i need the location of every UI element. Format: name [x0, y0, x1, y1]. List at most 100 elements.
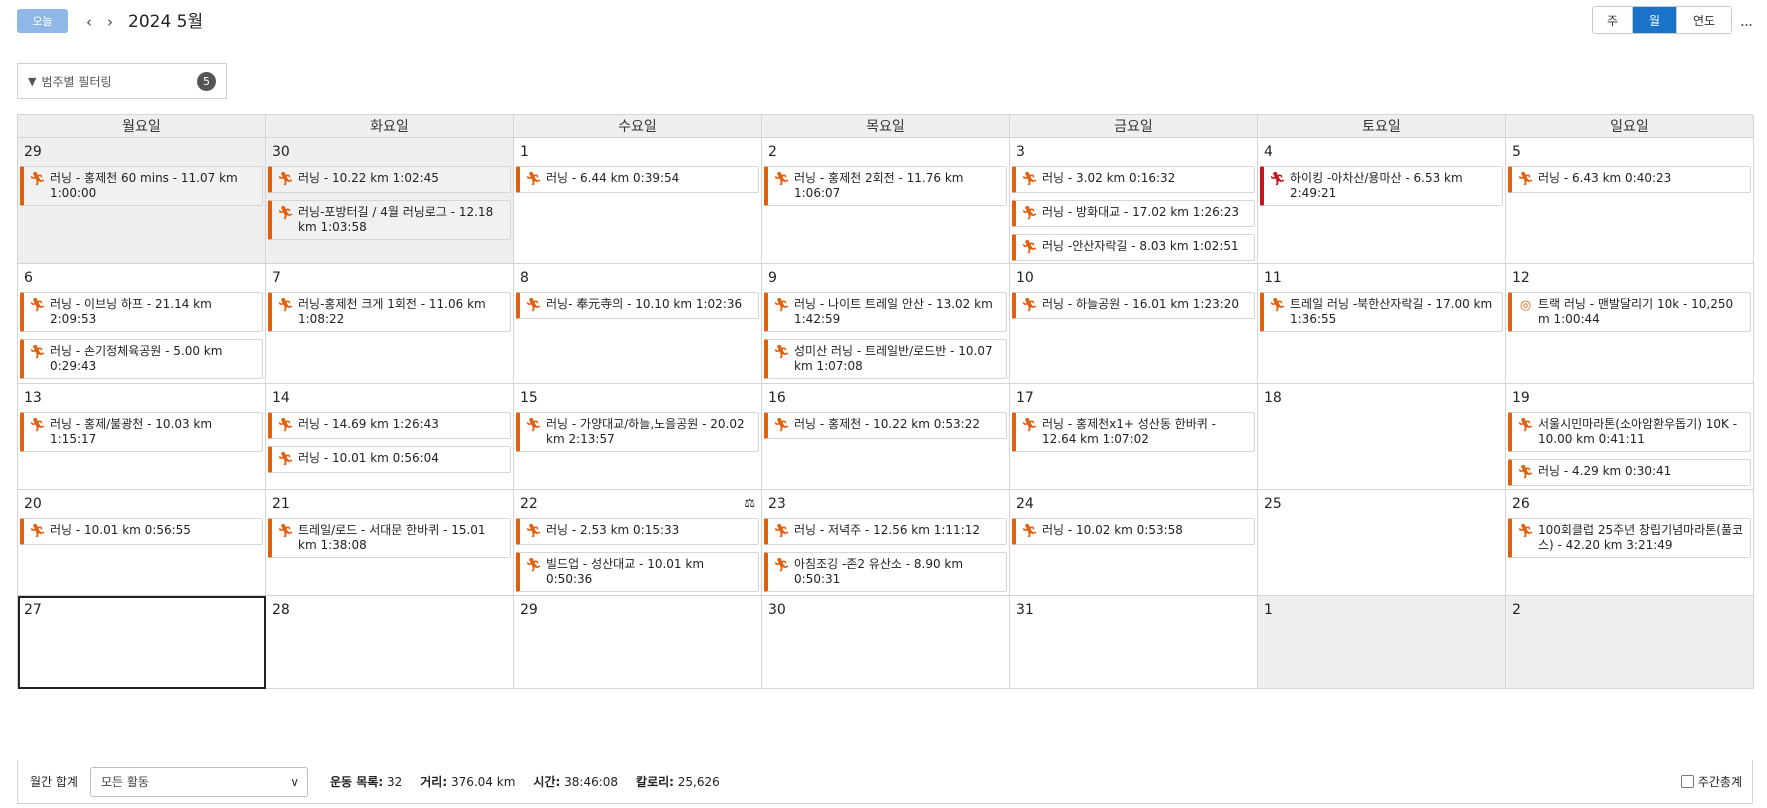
activity-event[interactable]: 🏃︎ 하이킹 -아차산/용마산 - 6.53 km 2:49:21	[1260, 166, 1503, 206]
activity-event[interactable]: 🏃︎ 러닝 - 10.01 km 0:56:04	[268, 446, 511, 473]
day-cell[interactable]: 3 🏃︎ 러닝 - 3.02 km 0:16:32 🏃︎ 러닝 - 방화대교 - 17.…	[1010, 138, 1258, 264]
activity-event[interactable]: 🏃︎ 트레일 러닝 -북한산자락길 - 17.00 km 1:36:55	[1260, 292, 1503, 332]
day-cell[interactable]: 1	[1258, 596, 1506, 689]
view-year-button[interactable]: 연도	[1677, 7, 1731, 33]
activity-event[interactable]: 🏃︎ 러닝 - 홍제천 2회전 - 11.76 km 1:06:07	[764, 166, 1007, 206]
activity-event[interactable]: 🏃︎ 러닝 - 10.02 km 0:53:58	[1012, 518, 1255, 545]
activity-event[interactable]: 🏃︎ 빌드업 - 성산대교 - 10.01 km 0:50:36	[516, 552, 759, 592]
activity-event[interactable]: 🏃︎ 러닝 - 홍제천 60 mins - 11.07 km 1:00:00	[20, 166, 263, 206]
day-cell[interactable]: 2 🏃︎ 러닝 - 홍제천 2회전 - 11.76 km 1:06:07	[762, 138, 1010, 264]
day-cell[interactable]: 20 🏃︎ 러닝 - 10.01 km 0:56:55	[18, 490, 266, 596]
day-cell[interactable]: 14 🏃︎ 러닝 - 14.69 km 1:26:43 🏃︎ 러닝 - 10.01 km…	[266, 384, 514, 490]
weekly-total-label: 주간총계	[1697, 775, 1742, 789]
view-week-button[interactable]: 주	[1593, 7, 1633, 33]
day-cell[interactable]: 29 🏃︎ 러닝 - 홍제천 60 mins - 11.07 km 1:00:00	[18, 138, 266, 264]
activity-event[interactable]: 🏃︎ 러닝 - 나이트 트레일 안산 - 13.02 km 1:42:59	[764, 292, 1007, 332]
activity-event[interactable]: 🏃︎ 러닝-홍제천 크게 1회전 - 11.06 km 1:08:22	[268, 292, 511, 332]
today-button[interactable]: 오늘	[17, 9, 68, 33]
chevron-right-icon[interactable]: ›	[101, 11, 119, 33]
activity-event[interactable]: 🏃︎ 러닝 - 14.69 km 1:26:43	[268, 412, 511, 439]
chevron-left-icon[interactable]: ‹	[80, 11, 98, 33]
activity-event-label: 성미산 러닝 - 트레일반/로드반 - 10.07 km 1:07:08	[794, 344, 993, 373]
activity-event-label: 러닝- 奉元寺의 - 10.10 km 1:02:36	[546, 297, 743, 311]
day-cell[interactable]: 2	[1506, 596, 1754, 689]
activity-event[interactable]: 🏃︎ 성미산 러닝 - 트레일반/로드반 - 10.07 km 1:07:08	[764, 339, 1007, 379]
day-cell[interactable]: 11 🏃︎ 트레일 러닝 -북한산자락길 - 17.00 km 1:36:55	[1258, 264, 1506, 384]
activity-event[interactable]: 🏃︎ 러닝 - 저녁주 - 12.56 km 1:11:12	[764, 518, 1007, 545]
activity-event[interactable]: 🏃︎ 러닝 - 이브닝 하프 - 21.14 km 2:09:53	[20, 292, 263, 332]
day-cell[interactable]: 29	[514, 596, 762, 689]
activity-event[interactable]: 🏃︎ 러닝 - 6.43 km 0:40:23	[1508, 166, 1751, 193]
day-cell[interactable]: 18	[1258, 384, 1506, 490]
activity-event[interactable]: 🏃︎ 러닝 -안산자락길 - 8.03 km 1:02:51	[1012, 234, 1255, 261]
activity-event[interactable]: 🏃︎ 러닝 - 3.02 km 0:16:32	[1012, 166, 1255, 193]
weigh-in-icon[interactable]: ⚖	[744, 496, 755, 510]
view-month-button[interactable]: 월	[1633, 7, 1677, 33]
day-cell[interactable]: 10 🏃︎ 러닝 - 하늘공원 - 16.01 km 1:23:20	[1010, 264, 1258, 384]
day-cell[interactable]: 25	[1258, 490, 1506, 596]
more-options-icon[interactable]: ...	[1736, 8, 1756, 32]
activity-event[interactable]: 🏃︎ 러닝-포방터길 / 4월 러닝로그 - 12.18 km 1:03:58	[268, 200, 511, 240]
activity-event[interactable]: 🏃︎ 러닝 - 홍제천x1+ 성산동 한바퀴 - 12.64 km 1:07:02	[1012, 412, 1255, 452]
activity-event-label: 러닝 - 홍제천 60 mins - 11.07 km 1:00:00	[50, 171, 238, 200]
weekday-header-cell: 토요일	[1258, 115, 1506, 138]
day-cell[interactable]: 7 🏃︎ 러닝-홍제천 크게 1회전 - 11.06 km 1:08:22	[266, 264, 514, 384]
day-cell[interactable]: 15 🏃︎ 러닝 - 가양대교/하늘,노을공원 - 20.02 km 2:13:57	[514, 384, 762, 490]
day-cell[interactable]: 4 🏃︎ 하이킹 -아차산/용마산 - 6.53 km 2:49:21	[1258, 138, 1506, 264]
running-icon: 🏃︎	[1021, 418, 1038, 433]
activity-event[interactable]: 🏃︎ 러닝 - 홍제천 - 10.22 km 0:53:22	[764, 412, 1007, 439]
day-number: 7	[272, 270, 281, 286]
activity-event-label: 러닝 - 10.01 km 0:56:04	[298, 451, 439, 465]
activity-event[interactable]: 🏃︎ 러닝 - 10.22 km 1:02:45	[268, 166, 511, 193]
activity-event-label: 러닝 - 홍제천x1+ 성산동 한바퀴 - 12.64 km 1:07:02	[1042, 417, 1216, 446]
day-cell[interactable]: 23 🏃︎ 러닝 - 저녁주 - 12.56 km 1:11:12 🏃︎ 아침조깅 -존…	[762, 490, 1010, 596]
activity-event[interactable]: 🏃︎ 러닝 - 손기정체육공원 - 5.00 km 0:29:43	[20, 339, 263, 379]
day-cell[interactable]: 12 ◎ 트랙 러닝 - 맨발달리기 10k - 10,250 m 1:00:44	[1506, 264, 1754, 384]
weekly-total-toggle[interactable]: 주간총계	[1680, 773, 1742, 790]
day-cell[interactable]: 30	[762, 596, 1010, 689]
activity-event[interactable]: 🏃︎ 러닝 - 하늘공원 - 16.01 km 1:23:20	[1012, 292, 1255, 319]
activity-event[interactable]: ◎ 트랙 러닝 - 맨발달리기 10k - 10,250 m 1:00:44	[1508, 292, 1751, 332]
activity-event[interactable]: 🏃︎ 러닝 - 방화대교 - 17.02 km 1:26:23	[1012, 200, 1255, 227]
activity-event[interactable]: 🏃︎ 러닝 - 4.29 km 0:30:41	[1508, 459, 1751, 486]
activity-event[interactable]: 🏃︎ 러닝 - 가양대교/하늘,노을공원 - 20.02 km 2:13:57	[516, 412, 759, 452]
activity-event[interactable]: 🏃︎ 러닝- 奉元寺의 - 10.10 km 1:02:36	[516, 292, 759, 319]
activity-event[interactable]: 🏃︎ 러닝 - 10.01 km 0:56:55	[20, 518, 263, 545]
day-cell[interactable]: 13 🏃︎ 러닝 - 홍제/불광천 - 10.03 km 1:15:17	[18, 384, 266, 490]
day-cell[interactable]: 17 🏃︎ 러닝 - 홍제천x1+ 성산동 한바퀴 - 12.64 km 1:07:…	[1010, 384, 1258, 490]
day-cell[interactable]: 31	[1010, 596, 1258, 689]
running-icon: 🏃︎	[773, 345, 790, 360]
day-cell[interactable]: 28	[266, 596, 514, 689]
running-icon: 🏃︎	[773, 418, 790, 433]
activity-event[interactable]: 🏃︎ 러닝 - 홍제/불광천 - 10.03 km 1:15:17	[20, 412, 263, 452]
day-number: 24	[1016, 496, 1034, 512]
day-cell[interactable]: 8 🏃︎ 러닝- 奉元寺의 - 10.10 km 1:02:36	[514, 264, 762, 384]
activity-event[interactable]: 🏃︎ 트레일/로드 - 서대문 한바퀴 - 15.01 km 1:38:08	[268, 518, 511, 558]
activity-event[interactable]: 🏃︎ 100회클럽 25주년 창립기념마라톤(풀코스) - 42.20 km 3:…	[1508, 518, 1751, 558]
day-cell[interactable]: 24 🏃︎ 러닝 - 10.02 km 0:53:58	[1010, 490, 1258, 596]
activity-event-label: 트랙 러닝 - 맨발달리기 10k - 10,250 m 1:00:44	[1538, 297, 1734, 326]
monthly-summary-bar: 월간 합계 모든 활동 ∨ 운동 목록: 32 거리: 376.04 km 시간…	[17, 760, 1753, 804]
activity-type-select[interactable]: 모든 활동 ∨	[89, 766, 308, 797]
day-cell[interactable]: 21 🏃︎ 트레일/로드 - 서대문 한바퀴 - 15.01 km 1:38:08	[266, 490, 514, 596]
day-cell[interactable]: 9 🏃︎ 러닝 - 나이트 트레일 안산 - 13.02 km 1:42:59 🏃︎ 성…	[762, 264, 1010, 384]
day-cell[interactable]: 1 🏃︎ 러닝 - 6.44 km 0:39:54	[514, 138, 762, 264]
day-cell[interactable]: 30 🏃︎ 러닝 - 10.22 km 1:02:45 🏃︎ 러닝-포방터길 / 4월 …	[266, 138, 514, 264]
day-cell[interactable]: 19 🏃︎ 서울시민마라톤(소아암환우돕기) 10K - 10.00 km 0:41…	[1506, 384, 1754, 490]
activity-event-label: 빌드업 - 성산대교 - 10.01 km 0:50:36	[546, 557, 705, 586]
day-cell-today[interactable]: 27	[18, 596, 266, 689]
activity-event-label: 러닝 - 홍제천 2회전 - 11.76 km 1:06:07	[794, 171, 964, 200]
day-cell[interactable]: 5 🏃︎ 러닝 - 6.43 km 0:40:23	[1506, 138, 1754, 264]
weekly-total-checkbox[interactable]	[1680, 775, 1694, 788]
day-cell[interactable]: 6 🏃︎ 러닝 - 이브닝 하프 - 21.14 km 2:09:53 🏃︎ 러닝 - …	[18, 264, 266, 384]
day-number: 9	[768, 270, 777, 286]
day-cell[interactable]: 22 ⚖ 🏃︎ 러닝 - 2.53 km 0:15:33 🏃︎ 빌드업 - 성산대교 - …	[514, 490, 762, 596]
category-filter[interactable]: ▼ 범주별 필터링 5	[17, 63, 227, 99]
activity-event[interactable]: 🏃︎ 아침조깅 -존2 유산소 - 8.90 km 0:50:31	[764, 552, 1007, 592]
day-cell[interactable]: 26 🏃︎ 100회클럽 25주년 창립기념마라톤(풀코스) - 42.20 km …	[1506, 490, 1754, 596]
activity-event[interactable]: 🏃︎ 서울시민마라톤(소아암환우돕기) 10K - 10.00 km 0:41:1…	[1508, 412, 1751, 452]
stat-time: 시간: 38:46:08	[533, 775, 619, 789]
day-cell[interactable]: 16 🏃︎ 러닝 - 홍제천 - 10.22 km 0:53:22	[762, 384, 1010, 490]
activity-event[interactable]: 🏃︎ 러닝 - 6.44 km 0:39:54	[516, 166, 759, 193]
activity-event[interactable]: 🏃︎ 러닝 - 2.53 km 0:15:33	[516, 518, 759, 545]
